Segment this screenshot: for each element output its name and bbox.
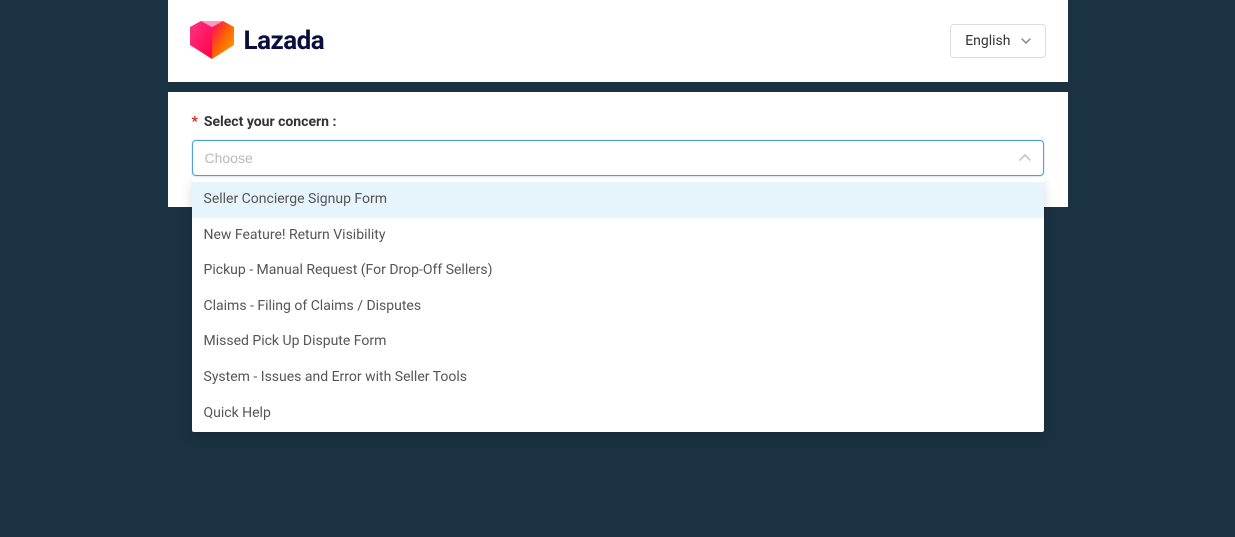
concern-option[interactable]: Claims - Filing of Claims / Disputes xyxy=(192,289,1044,325)
concern-search-input[interactable] xyxy=(205,150,1019,166)
language-selector[interactable]: English xyxy=(950,24,1045,58)
concern-option[interactable]: Pickup - Manual Request (For Drop-Off Se… xyxy=(192,253,1044,289)
brand-name: Lazada xyxy=(244,26,325,56)
concern-option[interactable]: System - Issues and Error with Seller To… xyxy=(192,360,1044,396)
concern-dropdown: Seller Concierge Signup FormNew Feature!… xyxy=(192,178,1044,432)
lazada-heart-icon xyxy=(190,21,234,61)
concern-option[interactable]: Seller Concierge Signup Form xyxy=(192,182,1044,218)
concern-select-input[interactable] xyxy=(192,140,1044,176)
language-current: English xyxy=(965,33,1010,49)
header-bar: Lazada English xyxy=(168,0,1068,82)
required-asterisk: * xyxy=(192,114,198,130)
concern-option[interactable]: New Feature! Return Visibility xyxy=(192,218,1044,254)
concern-label: * Select your concern : xyxy=(192,114,1044,130)
chevron-down-icon xyxy=(1021,38,1031,44)
concern-option[interactable]: Missed Pick Up Dispute Form xyxy=(192,324,1044,360)
chevron-up-icon xyxy=(1019,154,1031,162)
concern-option[interactable]: Quick Help xyxy=(192,396,1044,432)
brand-logo[interactable]: Lazada xyxy=(190,21,325,61)
concern-label-text: Select your concern : xyxy=(204,114,337,130)
form-card: * Select your concern : Seller Concierge… xyxy=(168,92,1068,207)
concern-option[interactable]: Other requests xyxy=(192,431,1044,432)
